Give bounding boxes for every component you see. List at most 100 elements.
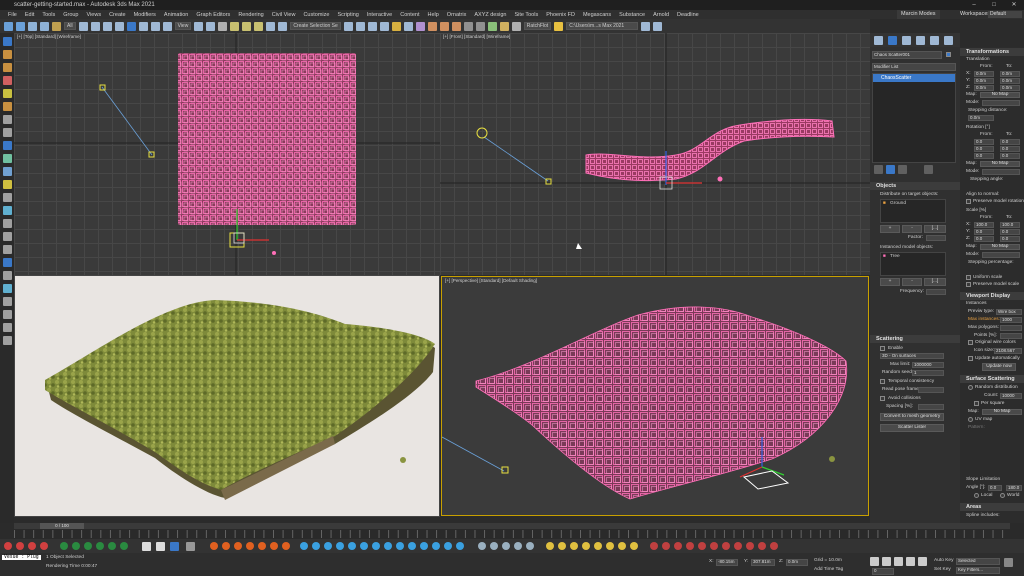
pause-icon[interactable] [156,542,165,551]
shelf-flare-icon[interactable] [606,542,614,550]
shelf-grass-icon[interactable] [96,542,104,550]
scale-tool-icon[interactable] [3,193,12,202]
selection-filter-dropdown[interactable]: All [64,22,76,30]
menu-help[interactable]: Help [423,12,442,18]
random-seed-field[interactable]: 1 [912,370,944,376]
max-limit-field[interactable]: 1000000 [912,362,944,368]
translation-x-to[interactable]: 0.0m [1000,71,1020,77]
menu-ornatrix[interactable]: Ornatrix [443,12,471,18]
shelf-plant-icon[interactable] [108,542,116,550]
shelf-spray-icon[interactable] [420,542,428,550]
rotation-z-to[interactable]: 0.0 [1000,153,1020,159]
scene-explorer-icon[interactable] [367,21,377,31]
uv-map-radio[interactable] [968,417,973,422]
shelf-reload-icon[interactable] [28,542,36,550]
modifier-list-dropdown[interactable]: Modifier List [872,63,956,71]
shelf-splash-icon[interactable] [324,542,332,550]
temporal-checkbox[interactable] [880,379,885,384]
remove-target-button[interactable]: - [902,225,922,233]
shelf-fluid-icon[interactable] [444,542,452,550]
link-tool-icon[interactable] [3,63,12,72]
translation-mode-dropdown[interactable] [982,100,1020,106]
surface-scattering-header[interactable]: Surface Scattering [960,375,1024,383]
shelf-water-icon[interactable] [300,542,308,550]
scale-x-from[interactable]: 100.0 [974,222,994,228]
menu-create[interactable]: Create [105,12,130,18]
object-name-field[interactable]: Chaos Scatter001 [872,51,942,59]
shelf-plane-icon[interactable] [710,542,718,550]
shelf-capsule-icon[interactable] [770,542,778,550]
reference-coordinate-dropdown[interactable]: View [174,22,192,30]
select-place-icon[interactable] [162,21,172,31]
time-slider-thumb[interactable]: 0 / 100 [40,523,84,529]
spinner-snap-icon[interactable] [266,21,276,31]
add-model-button[interactable]: + [880,278,900,286]
arnold-render-icon[interactable] [487,21,497,31]
shelf-torch-icon[interactable] [282,542,290,550]
more-tools-icon[interactable] [3,336,12,345]
shelf-river-icon[interactable] [372,542,380,550]
viewport-display-header[interactable]: Viewport Display [960,292,1024,300]
go-to-start-icon[interactable] [870,557,879,566]
objects-rollout-header[interactable]: Objects [870,182,960,190]
shelf-torus-icon[interactable] [698,542,706,550]
update-auto-checkbox[interactable] [968,356,973,361]
shelf-cone-icon[interactable] [686,542,694,550]
render-iterative-icon[interactable] [463,21,473,31]
globe-tool-icon[interactable] [3,258,12,267]
convert-to-mesh-button[interactable]: Convert to mesh geometry [880,413,944,421]
scale-map-button[interactable]: No Map [980,244,1020,250]
create-tool-icon[interactable] [3,50,12,59]
layers-tool-icon[interactable] [3,323,12,332]
redo-icon[interactable] [16,21,25,31]
layer-explorer-icon[interactable] [379,21,389,31]
select-rotate-icon[interactable] [138,21,148,31]
mirror-icon[interactable] [343,21,353,31]
viewport-front[interactable]: [+] [Front] [Standard] [Wireframe] [440,33,870,275]
link-icon[interactable] [28,21,37,31]
scale-y-to[interactable]: 0.0 [1000,229,1020,235]
menu-axyz-design[interactable]: AXYZ design [470,12,510,18]
select-tool-icon[interactable] [3,37,12,46]
pin-stack-icon[interactable] [874,165,883,174]
shelf-candle-icon[interactable] [270,542,278,550]
bridge-tool-icon[interactable] [3,128,12,137]
list-item-tree[interactable]: Tree [890,254,900,259]
measure-tool-icon[interactable] [3,219,12,228]
menu-modifiers[interactable]: Modifiers [130,12,160,18]
project-path-field[interactable]: C:\Users\m...s Max 2021 [566,22,639,30]
shelf-sphere-icon[interactable] [662,542,670,550]
set-key-button[interactable]: Set Key [934,567,951,572]
more-model-button[interactable]: [...] [924,278,946,286]
modifier-tool-icon[interactable] [3,297,12,306]
play-icon[interactable] [142,542,151,551]
count-field[interactable]: 10000 [1000,393,1022,399]
preserve-scale-checkbox[interactable] [966,282,971,287]
unlink-icon[interactable] [40,21,49,31]
preserve-rotation-checkbox[interactable] [966,199,971,204]
menu-file[interactable]: File [4,12,21,18]
shelf-ocean-icon[interactable] [336,542,344,550]
rotation-y-from[interactable]: 0.0 [974,146,994,152]
rotation-mode-dropdown[interactable] [982,169,1020,175]
curve-editor-icon[interactable] [391,21,401,31]
shelf-glow-icon[interactable] [594,542,602,550]
motion-tab-icon[interactable] [916,36,925,45]
shelf-box-icon[interactable] [650,542,658,550]
menu-arnold[interactable]: Arnold [649,12,673,18]
uniform-scale-checkbox[interactable] [966,275,971,280]
auto-key-button[interactable]: Auto Key [934,558,953,563]
vray-icon[interactable] [499,21,509,31]
list-item-ground[interactable]: Ground [890,201,906,206]
rotation-x-to[interactable]: 0.0 [1000,139,1020,145]
rendered-frame-window-icon[interactable] [439,21,449,31]
align-icon[interactable] [355,21,365,31]
shelf-pour-icon[interactable] [384,542,392,550]
rotation-x-from[interactable]: 0.0 [974,139,994,145]
maximize-icon[interactable]: □ [984,0,1004,10]
edit-named-selection-icon[interactable] [278,21,288,31]
viewport-perspective[interactable]: [+] [Perspective] [Standard] [Default Sh… [441,276,869,516]
display-tab-icon[interactable] [930,36,939,45]
enable-checkbox[interactable] [880,346,885,351]
batch-plot-field[interactable]: RatchFlot [523,22,552,30]
